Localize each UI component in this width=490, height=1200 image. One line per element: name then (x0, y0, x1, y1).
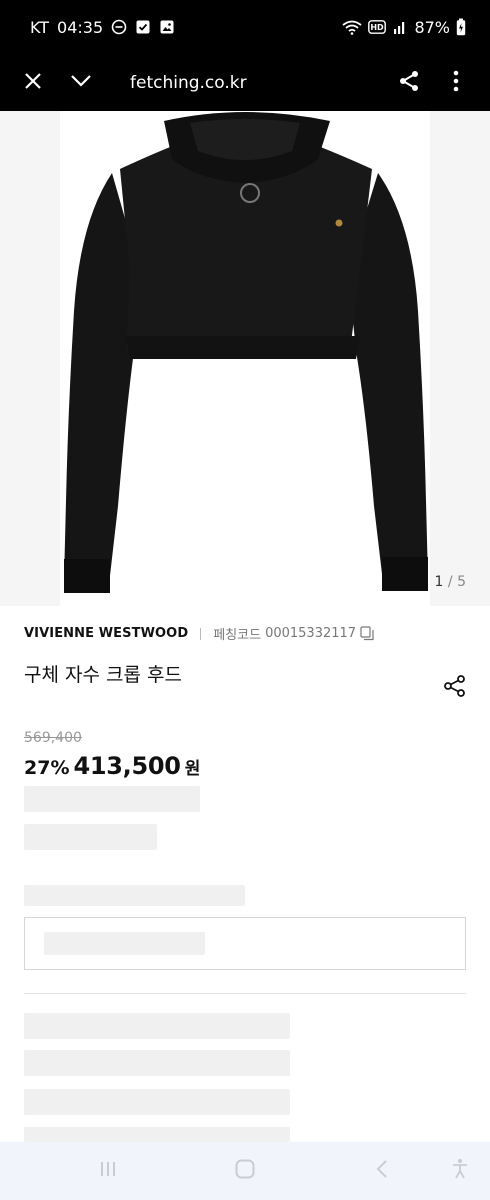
copy-icon[interactable] (360, 626, 375, 641)
divider (200, 627, 202, 640)
clock-time: 04:35 (57, 17, 104, 37)
skeleton-placeholder (24, 1050, 290, 1076)
recent-apps-button[interactable] (78, 1142, 138, 1200)
image-counter-total: 5 (457, 574, 466, 590)
battery-icon (456, 18, 466, 36)
product-image (60, 111, 430, 606)
home-button[interactable] (215, 1142, 275, 1200)
home-icon (234, 1158, 256, 1184)
skeleton-placeholder (44, 932, 205, 955)
carrier-label: KT (30, 17, 50, 37)
battery-percent: 87% (414, 17, 450, 37)
chevron-down-icon (70, 73, 92, 92)
currency-unit: 원 (184, 759, 201, 779)
do-not-disturb-icon (111, 19, 127, 35)
more-options-button[interactable] (434, 54, 478, 111)
skeleton-placeholder (24, 786, 200, 812)
close-button[interactable] (11, 54, 55, 111)
system-navigation-bar (0, 1142, 490, 1200)
more-vertical-icon (453, 70, 459, 96)
url-display[interactable]: fetching.co.kr (130, 54, 247, 111)
product-title: 구체 자수 크롭 후드 (24, 664, 182, 686)
brand-name[interactable]: VIVIENNE WESTWOOD (24, 626, 188, 641)
close-icon (23, 71, 43, 95)
price-row: 27% 413,500 원 (24, 752, 200, 780)
browser-toolbar: fetching.co.kr (0, 54, 490, 111)
product-code-label: 페칭코드 (213, 628, 262, 643)
skeleton-placeholder (24, 1089, 290, 1115)
product-code: 00015332117 (265, 626, 357, 641)
share-icon (398, 70, 420, 96)
gallery-icon (159, 19, 175, 35)
product-image-gallery[interactable]: 1 / 5 (0, 111, 490, 606)
back-button[interactable] (352, 1142, 412, 1200)
product-meta-row: VIVIENNE WESTWOOD 페칭코드 00015332117 (24, 624, 375, 643)
gallery-right-margin (430, 111, 490, 606)
accessibility-button[interactable] (430, 1142, 490, 1200)
svg-text:HD: HD (371, 23, 385, 32)
signal-icon (392, 19, 408, 35)
original-price: 569,400 (24, 730, 82, 746)
recent-apps-icon (98, 1159, 118, 1183)
share-product-button[interactable] (440, 673, 470, 703)
sale-price: 413,500 (73, 752, 181, 780)
share-icon (443, 674, 467, 702)
skeleton-placeholder (24, 1127, 290, 1142)
wifi-icon (342, 19, 362, 35)
status-bar: KT 04:35 HD 87% (0, 0, 490, 54)
back-icon (374, 1159, 390, 1183)
option-select-box[interactable] (24, 917, 466, 970)
skeleton-placeholder (24, 824, 157, 850)
discount-rate: 27% (24, 757, 70, 779)
image-counter-separator: / (447, 574, 453, 590)
section-divider (24, 993, 466, 994)
skeleton-placeholder (24, 1013, 290, 1039)
collapse-button[interactable] (59, 54, 103, 111)
share-page-button[interactable] (387, 54, 431, 111)
checkbox-icon (135, 19, 151, 35)
skeleton-placeholder (24, 885, 245, 906)
gallery-left-margin (0, 111, 60, 606)
image-counter-current: 1 (434, 574, 444, 590)
image-counter: 1 / 5 (435, 574, 466, 590)
hd-icon: HD (368, 20, 387, 34)
accessibility-icon (450, 1158, 470, 1184)
